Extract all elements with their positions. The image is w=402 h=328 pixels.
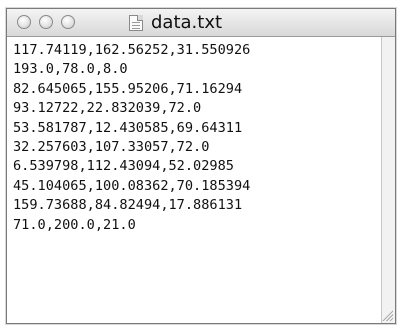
text-line: 53.581787,12.430585,69.64311 — [13, 119, 243, 136]
text-line: 117.74119,162.56252,31.550926 — [13, 42, 251, 58]
vertical-scrollbar[interactable] — [381, 37, 395, 323]
text-line: 159.73688,84.82494,17.886131 — [13, 197, 243, 214]
text-line: 193.0,78.0,8.0 — [13, 61, 128, 78]
text-line: 93.12722,22.832039,72.0 — [13, 100, 202, 117]
text-line: 32.257603,107.33057,72.0 — [13, 139, 210, 156]
zoom-window-button[interactable] — [61, 15, 75, 29]
resize-grip-icon[interactable] — [381, 309, 393, 321]
text-content-area[interactable]: 117.74119,162.56252,31.550926 193.0,78.0… — [7, 37, 382, 323]
window-title: data.txt — [151, 12, 223, 33]
text-document-icon — [129, 15, 143, 31]
text-line: 45.104065,100.08362,70.185394 — [13, 177, 251, 194]
text-line: 71.0,200.0,21.0 — [13, 216, 136, 233]
minimize-window-button[interactable] — [39, 15, 53, 29]
text-line: 82.645065,155.95206,71.16294 — [13, 80, 243, 97]
text-line: 6.539798,112.43094,52.02985 — [13, 158, 234, 175]
close-window-button[interactable] — [17, 15, 31, 29]
window-titlebar[interactable]: data.txt — [7, 9, 395, 37]
text-editor-window: data.txt 117.74119,162.56252,31.550926 1… — [6, 8, 396, 324]
